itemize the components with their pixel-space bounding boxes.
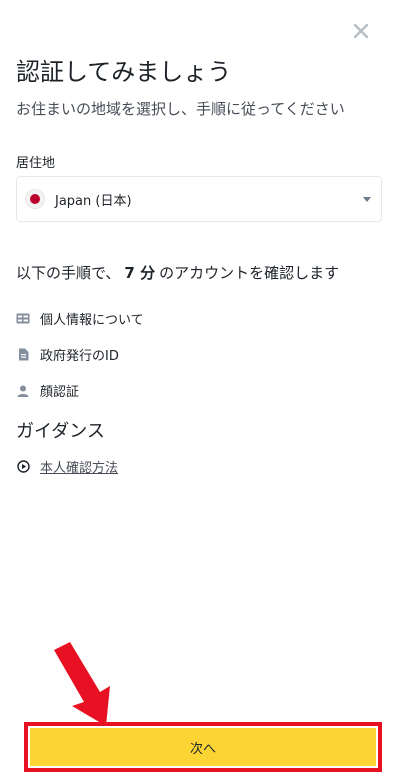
steps-intro-suffix: のアカウントを確認します <box>159 264 340 282</box>
step-item-label: 個人情報について <box>40 313 144 328</box>
steps-intro: 以下の手順で、 7 分のアカウントを確認します <box>16 262 339 283</box>
close-button[interactable] <box>350 20 372 42</box>
page-title: 認証してみましょう <box>16 58 232 86</box>
close-icon <box>353 23 369 39</box>
identity-verification-guide-link[interactable]: 本人確認方法 <box>40 457 118 476</box>
step-item-label: 顔認証 <box>40 385 80 400</box>
step-item-face-verification: 顔認証 <box>16 381 79 400</box>
annotation-arrow-icon <box>54 642 110 726</box>
document-icon <box>16 348 30 362</box>
japan-flag-icon <box>25 189 45 209</box>
country-select[interactable]: Japan (日本) <box>16 176 382 222</box>
play-circle-icon <box>16 460 30 474</box>
country-select-value: Japan (日本) <box>55 193 132 209</box>
residence-label: 居住地 <box>16 156 56 171</box>
next-button[interactable]: 次へ <box>30 728 376 766</box>
chevron-down-icon <box>363 197 371 202</box>
person-icon <box>16 384 30 398</box>
guidance-link-row[interactable]: 本人確認方法 <box>16 457 118 476</box>
page-subtitle: お住まいの地域を選択し、手順に従ってください <box>16 100 345 118</box>
guidance-heading: ガイダンス <box>16 421 105 442</box>
id-card-icon <box>16 312 30 326</box>
step-item-label: 政府発行のID <box>40 349 119 364</box>
steps-minutes: 7 分 <box>124 264 156 282</box>
step-item-personal-info: 個人情報について <box>16 309 144 328</box>
steps-intro-prefix: 以下の手順で、 <box>16 264 121 282</box>
step-item-government-id: 政府発行のID <box>16 345 119 364</box>
